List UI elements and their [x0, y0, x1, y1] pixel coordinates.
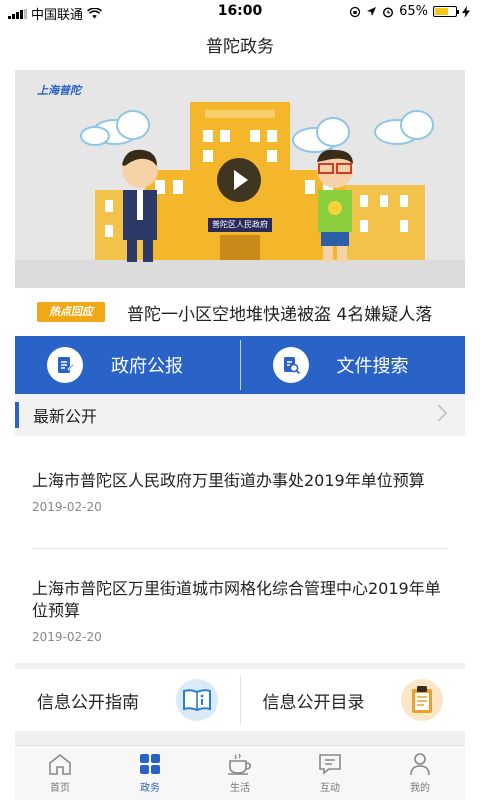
section-accent — [15, 402, 19, 428]
bulletin-icon — [47, 347, 83, 383]
page-title: 普陀政务 — [206, 37, 274, 57]
tab-mine[interactable]: 我的 — [375, 746, 465, 800]
news-date: 2019-02-20 — [32, 630, 102, 644]
grid-icon — [140, 754, 160, 774]
news-date: 2019-02-20 — [32, 500, 102, 514]
rotation-lock-icon — [349, 6, 361, 17]
tab-bar: 首页 政务 生活 互动 我的 — [15, 745, 465, 800]
info-guide-card[interactable]: 信息公开指南 — [15, 669, 240, 731]
clipboard-icon — [401, 679, 443, 721]
tab-interact[interactable]: 互动 — [285, 746, 375, 800]
coffee-cup-icon — [228, 753, 251, 775]
hot-news-row[interactable]: 热点回应 普陀一小区空地堆快递被盗 4名嫌疑人落 — [15, 288, 465, 336]
info-cards: 信息公开指南 信息公开目录 — [15, 669, 465, 731]
tab-home[interactable]: 首页 — [15, 746, 105, 800]
latest-public-header[interactable]: 最新公开 — [15, 394, 465, 436]
status-right: 65% — [349, 4, 470, 19]
hot-news-badge: 热点回应 — [37, 302, 105, 322]
tab-label: 首页 — [50, 783, 70, 794]
tab-label: 政务 — [140, 783, 160, 794]
battery-percent: 65% — [399, 4, 428, 19]
logo-text: 上海普陀 — [37, 84, 81, 97]
file-search-label: 文件搜索 — [336, 356, 409, 377]
section-gap — [15, 731, 465, 745]
tab-life[interactable]: 生活 — [195, 746, 285, 800]
hot-news-text[interactable]: 普陀一小区空地堆快递被盗 4名嫌疑人落 — [127, 300, 432, 325]
section-title: 最新公开 — [33, 407, 98, 426]
document-search-icon — [272, 347, 309, 383]
tab-label: 我的 — [410, 783, 430, 794]
info-guide-label: 信息公开指南 — [37, 692, 139, 713]
news-title: 上海市普陀区万里街道城市网格化综合管理中心2019年单位预算 — [32, 579, 441, 620]
file-search-button[interactable]: 文件搜索 — [241, 336, 466, 394]
location-icon — [367, 7, 377, 16]
tab-government[interactable]: 政务 — [105, 746, 195, 800]
tab-label: 生活 — [230, 783, 250, 794]
info-catalog-card[interactable]: 信息公开目录 — [241, 669, 466, 731]
gazette-label: 政府公报 — [111, 356, 183, 377]
tab-label: 互动 — [320, 783, 340, 794]
news-divider — [32, 548, 448, 549]
chat-icon — [319, 754, 341, 775]
news-item[interactable]: 上海市普陀区人民政府万里街道办事处2019年单位预算 2019-02-20 — [32, 470, 448, 514]
home-icon — [49, 753, 71, 775]
user-icon — [410, 753, 430, 776]
status-bar: 中国联通 16:00 65% — [0, 0, 480, 24]
chevron-right-icon — [430, 404, 448, 422]
news-item[interactable]: 上海市普陀区万里街道城市网格化综合管理中心2019年单位预算 2019-02-2… — [32, 578, 448, 644]
video-banner[interactable]: 上海普陀 普陀区人民政府 — [15, 70, 465, 288]
alarm-icon — [383, 6, 394, 18]
building-sign: 普陀区人民政府 — [212, 220, 268, 229]
charging-icon — [462, 5, 470, 18]
info-catalog-label: 信息公开目录 — [262, 692, 365, 713]
quick-actions-bar: 政府公报 文件搜索 — [15, 336, 465, 394]
news-title: 上海市普陀区人民政府万里街道办事处2019年单位预算 — [32, 471, 425, 490]
gazette-button[interactable]: 政府公报 — [15, 336, 240, 394]
guide-book-icon — [175, 679, 218, 721]
battery-icon — [433, 6, 459, 17]
play-button[interactable] — [217, 158, 261, 202]
